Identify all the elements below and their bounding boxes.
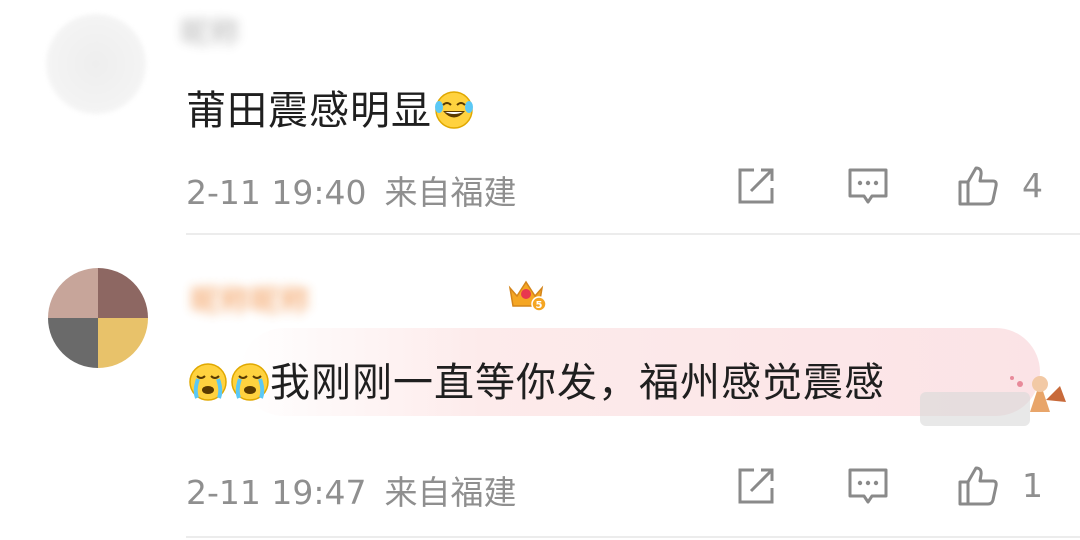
like-count: 1 bbox=[1022, 466, 1043, 505]
sticker-decoration bbox=[920, 376, 1066, 426]
share-icon[interactable] bbox=[734, 164, 778, 208]
laughing-tears-emoji-icon bbox=[435, 91, 473, 129]
comment-icon[interactable] bbox=[846, 464, 890, 508]
comment-meta: 2-11 19:40 来自福建 bbox=[186, 166, 517, 214]
comment-meta: 2-11 19:47 来自福建 bbox=[186, 466, 517, 514]
comment-icon[interactable] bbox=[846, 164, 890, 208]
thumbs-up-icon[interactable] bbox=[956, 464, 1000, 508]
divider bbox=[186, 233, 1080, 235]
divider bbox=[186, 536, 1080, 538]
comment-item: 昵称 莆田震感明显 2-11 19:40 来自福建 4 bbox=[0, 0, 1080, 236]
share-icon[interactable] bbox=[734, 464, 778, 508]
comment-content: 我刚刚一直等你发，福州感觉震感 bbox=[270, 360, 885, 406]
username[interactable]: 昵称 bbox=[180, 8, 240, 52]
comment-text: 我刚刚一直等你发，福州感觉震感 bbox=[186, 350, 885, 408]
comment-text: 莆田震感明显 bbox=[186, 78, 474, 136]
like-count: 4 bbox=[1022, 166, 1043, 205]
avatar[interactable] bbox=[46, 14, 146, 114]
crying-emoji-icon bbox=[189, 363, 227, 401]
location: 来自福建 bbox=[384, 473, 517, 512]
timestamp: 2-11 19:47 bbox=[186, 473, 367, 512]
avatar[interactable] bbox=[48, 268, 148, 368]
thumbs-up-icon[interactable] bbox=[956, 164, 1000, 208]
crying-emoji-icon bbox=[231, 363, 269, 401]
comment-list: 昵称 莆田震感明显 2-11 19:40 来自福建 4 昵称昵称 5 我刚刚一直… bbox=[0, 0, 1080, 540]
username[interactable]: 昵称昵称 bbox=[190, 276, 310, 320]
comment-content: 莆田震感明显 bbox=[186, 88, 432, 134]
badge-level: 5 bbox=[536, 300, 543, 311]
timestamp: 2-11 19:40 bbox=[186, 173, 367, 212]
comment-item: 昵称昵称 5 我刚刚一直等你发，福州感觉震感 2-11 19:47 来自福建 1 bbox=[0, 236, 1080, 540]
crown-badge-icon: 5 bbox=[508, 280, 546, 312]
location: 来自福建 bbox=[384, 173, 517, 212]
